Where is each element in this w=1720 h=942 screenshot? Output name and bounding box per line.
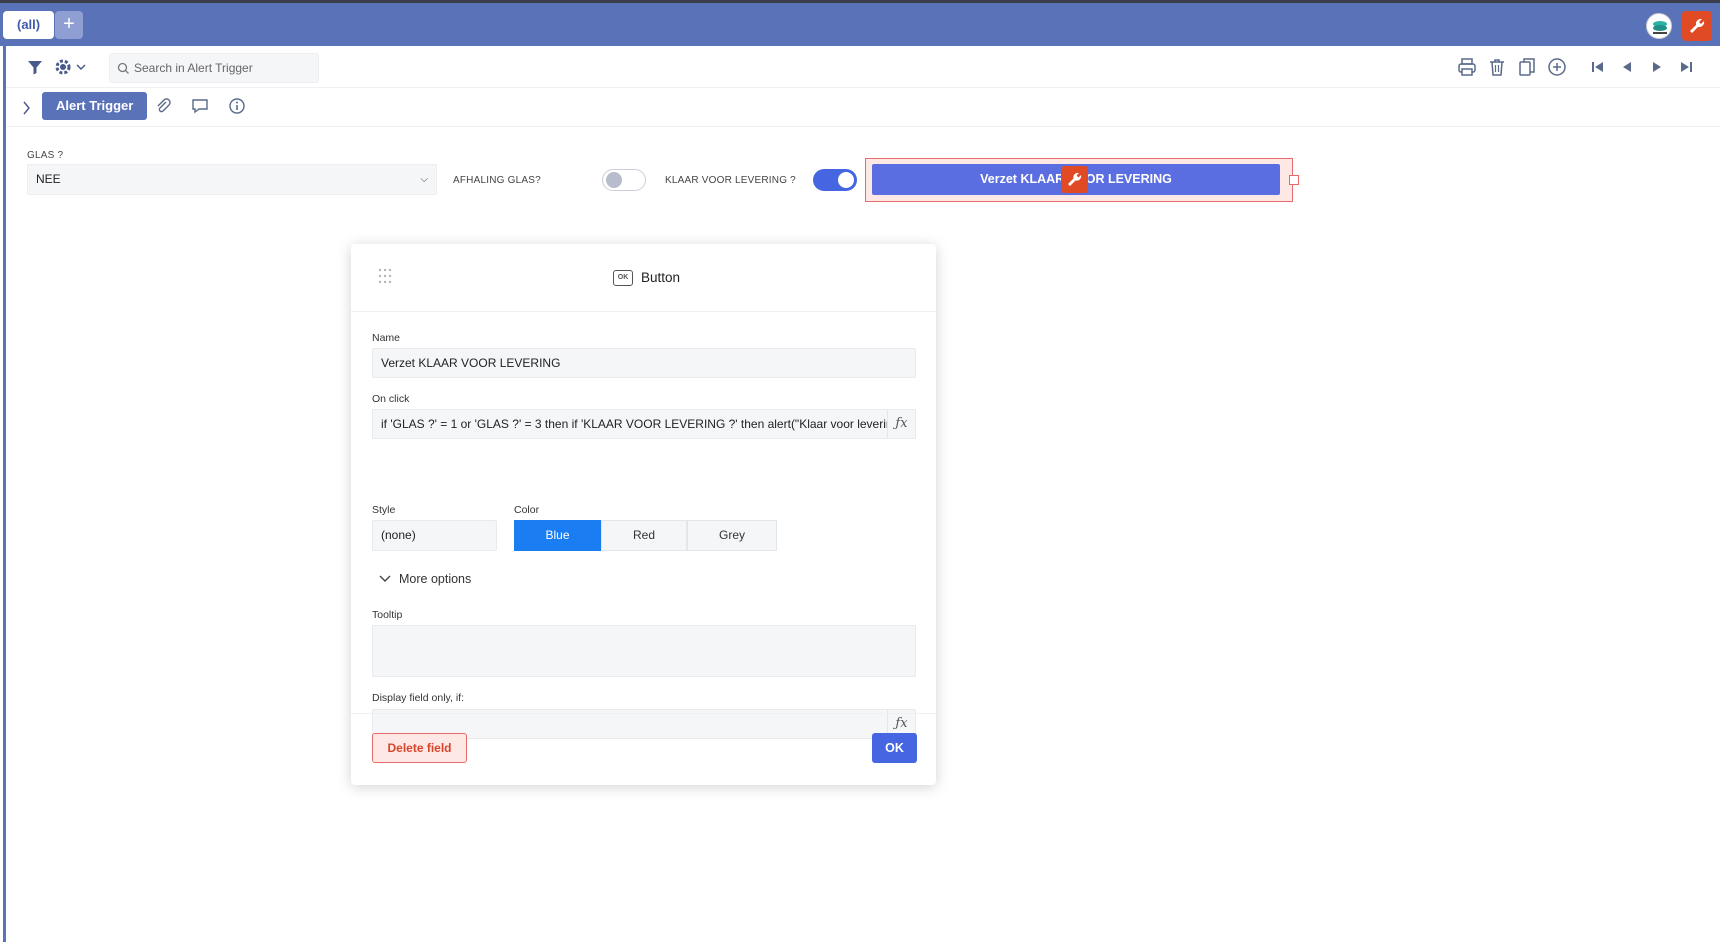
glas-value: NEE bbox=[36, 172, 61, 186]
color-option-red[interactable]: Red bbox=[601, 520, 687, 551]
filter-icon[interactable] bbox=[24, 56, 46, 78]
klaar-label: KLAAR VOOR LEVERING ? bbox=[665, 175, 796, 186]
add-circle-icon[interactable] bbox=[1546, 56, 1568, 78]
resize-handle[interactable] bbox=[1289, 175, 1299, 185]
toggle-knob bbox=[606, 172, 622, 188]
last-icon[interactable] bbox=[1676, 56, 1698, 78]
wrench-icon[interactable] bbox=[1682, 11, 1712, 41]
trash-icon[interactable] bbox=[1486, 56, 1508, 78]
drag-handle-icon[interactable] bbox=[378, 268, 392, 289]
chevron-down-icon[interactable] bbox=[74, 56, 88, 78]
color-label: Color bbox=[514, 504, 540, 516]
top-bar: (all) + bbox=[0, 0, 1720, 46]
tooltip-label: Tooltip bbox=[372, 609, 403, 621]
sub-toolbar: Alert Trigger bbox=[6, 89, 1720, 127]
display-condition-label: Display field only, if: bbox=[372, 692, 465, 704]
style-label: Style bbox=[372, 504, 396, 516]
alert-trigger-button[interactable]: Alert Trigger bbox=[42, 92, 148, 120]
color-option-grey[interactable]: Grey bbox=[687, 520, 777, 551]
onclick-value: if 'GLAS ?' = 1 or 'GLAS ?' = 3 then if … bbox=[381, 417, 900, 431]
chevron-right-icon[interactable] bbox=[16, 97, 38, 119]
more-options-toggle[interactable]: More options bbox=[379, 572, 471, 586]
chevron-down-icon: ⌵ bbox=[420, 174, 428, 185]
chevron-down-icon bbox=[379, 575, 391, 586]
style-select[interactable]: (none) bbox=[372, 520, 497, 551]
color-option-blue[interactable]: Blue bbox=[514, 520, 601, 551]
toggle-knob bbox=[838, 172, 854, 188]
formula-icon[interactable]: ƒx bbox=[887, 410, 915, 438]
main-area: Alert Trigger GLAS ? NEE ⌵ AFHALING GLAS… bbox=[3, 46, 1720, 942]
tooltip-input[interactable] bbox=[372, 625, 916, 677]
toolbar bbox=[6, 46, 1720, 88]
info-icon[interactable] bbox=[226, 95, 248, 117]
afhaling-toggle[interactable] bbox=[602, 169, 646, 191]
search-icon bbox=[117, 62, 129, 74]
glas-select[interactable]: NEE ⌵ bbox=[27, 164, 437, 195]
ok-button[interactable]: OK bbox=[872, 733, 917, 763]
first-icon[interactable] bbox=[1586, 56, 1608, 78]
search-input[interactable] bbox=[134, 54, 314, 82]
tab-all[interactable]: (all) bbox=[3, 11, 55, 39]
dialog-footer-divider bbox=[351, 713, 936, 714]
app-logo-icon[interactable] bbox=[1646, 13, 1672, 39]
button-settings-dialog: OK Button Name Verzet KLAAR VOOR LEVERIN… bbox=[351, 244, 936, 785]
print-icon[interactable] bbox=[1456, 56, 1478, 78]
add-tab-button[interactable]: + bbox=[55, 11, 83, 39]
wrench-icon[interactable] bbox=[1061, 166, 1088, 193]
delete-field-button[interactable]: Delete field bbox=[372, 733, 467, 763]
onclick-label: On click bbox=[372, 393, 410, 405]
paperclip-icon[interactable] bbox=[152, 95, 174, 117]
klaar-toggle[interactable] bbox=[813, 169, 857, 191]
search-box bbox=[109, 53, 319, 83]
gear-icon[interactable] bbox=[52, 56, 74, 78]
selected-button-frame: Verzet KLAAR VOOR LEVERING bbox=[865, 158, 1299, 202]
more-options-label: More options bbox=[399, 572, 472, 586]
copy-icon[interactable] bbox=[1516, 56, 1538, 78]
prev-icon[interactable] bbox=[1616, 56, 1638, 78]
dialog-header: OK Button bbox=[351, 244, 936, 312]
button-type-icon: OK bbox=[613, 270, 633, 286]
onclick-input[interactable]: if 'GLAS ?' = 1 or 'GLAS ?' = 3 then if … bbox=[372, 409, 916, 439]
next-icon[interactable] bbox=[1646, 56, 1668, 78]
afhaling-label: AFHALING GLAS? bbox=[453, 175, 541, 186]
comment-icon[interactable] bbox=[189, 95, 211, 117]
name-input[interactable]: Verzet KLAAR VOOR LEVERING bbox=[372, 348, 916, 378]
dialog-title: Button bbox=[641, 270, 681, 285]
name-label: Name bbox=[372, 332, 401, 344]
glas-label: GLAS ? bbox=[27, 150, 64, 161]
